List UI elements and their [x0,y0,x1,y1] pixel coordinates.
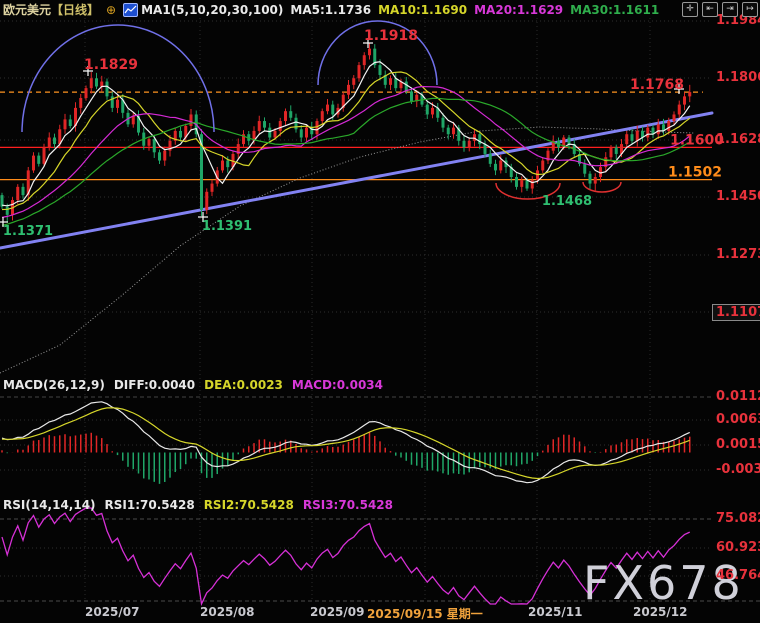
crosshair-date-label: 2025/09/15 星期一 [367,605,483,622]
axis-tick-label: 1.1273 [716,247,760,262]
rsi-params-label: RSI(14,14,14) [3,498,96,512]
ma5-value: MA5:1.1736 [290,3,371,17]
rsi2-value: RSI2:70.5428 [204,498,294,512]
shift-out-icon[interactable]: ↦ [742,2,758,17]
axis-tick-label: -0.0034 [716,462,760,477]
rsi3-value: RSI3:70.5428 [303,498,393,512]
trading-app-window: 1.1371 1.1391 1.1468 1.1829 1.1918 1.1768 1.16… [0,0,760,623]
scale-right-icon[interactable]: ⇥ [722,2,738,17]
rsi-header: RSI(14,14,14) RSI1:70.5428 RSI2:70.5428 … [3,498,393,512]
ma20-value: MA20:1.1629 [474,3,563,17]
axis-tick-label: 1.1806 [716,70,760,85]
period-label: 【日线】 [51,1,99,18]
fx678-watermark: FX678 [583,556,744,610]
x-axis-label: 2025/07 [85,605,139,619]
axis-tick-label: 60.9234 [716,540,760,555]
candlestick-chart-canvas[interactable]: 1.1371 1.1391 1.1468 1.1829 1.1918 1.1768 1.16… [0,0,760,623]
axis-tick-label: 0.0112 [716,389,760,404]
svg-text:1.1468: 1.1468 [542,194,592,209]
axis-tick-label: 0.0063 [716,412,760,427]
rsi1-value: RSI1:70.5428 [105,498,195,512]
x-axis-label: 2025/08 [200,605,254,619]
symbol-title: 欧元美元 [3,1,51,18]
macd-dea-value: DEA:0.0023 [204,378,283,392]
target-icon[interactable]: ⊕ [106,3,116,17]
svg-text:1.1768: 1.1768 [630,77,684,93]
svg-text:1.1918: 1.1918 [364,28,418,44]
x-axis-label: 2025/09 [310,605,364,619]
svg-text:1.1371: 1.1371 [3,224,53,239]
svg-text:1.1829: 1.1829 [84,57,138,73]
macd-value: MACD:0.0034 [292,378,383,392]
axis-tick-label: 1.1628 [716,132,760,147]
axis-tick-label: 46.7646 [716,568,760,583]
axis-tick-label: 0.0015 [716,437,760,452]
svg-text:1.1502: 1.1502 [668,165,722,181]
macd-diff-value: DIFF:0.0040 [114,378,195,392]
macd-params-label: MACD(26,12,9) [3,378,105,392]
ma10-value: MA10:1.1690 [378,3,467,17]
ma-summary-label: MA1(5,10,20,30,100) [141,3,283,17]
chart-toolbar: ✛ ⇤ ⇥ ↦ [682,2,758,17]
svg-text:1.1391: 1.1391 [202,219,252,234]
ma30-value: MA30:1.1611 [570,3,659,17]
macd-header: MACD(26,12,9) DIFF:0.0040 DEA:0.0023 MAC… [3,378,383,392]
scale-left-icon[interactable]: ⇤ [702,2,718,17]
axis-tick-label: 75.0822 [716,511,760,526]
mini-chart-icon[interactable] [123,3,138,17]
axis-tick-label: 1.1450 [716,189,760,204]
x-axis-label: 2025/11 [528,605,582,619]
axis-tick-label: 1.1107 [712,304,760,321]
x-axis-label: 2025/12 [633,605,687,619]
chart-header: 欧元美元【日线】 ⊕ MA1(5,10,20,30,100) MA5:1.173… [3,2,659,17]
pan-icon[interactable]: ✛ [682,2,698,17]
